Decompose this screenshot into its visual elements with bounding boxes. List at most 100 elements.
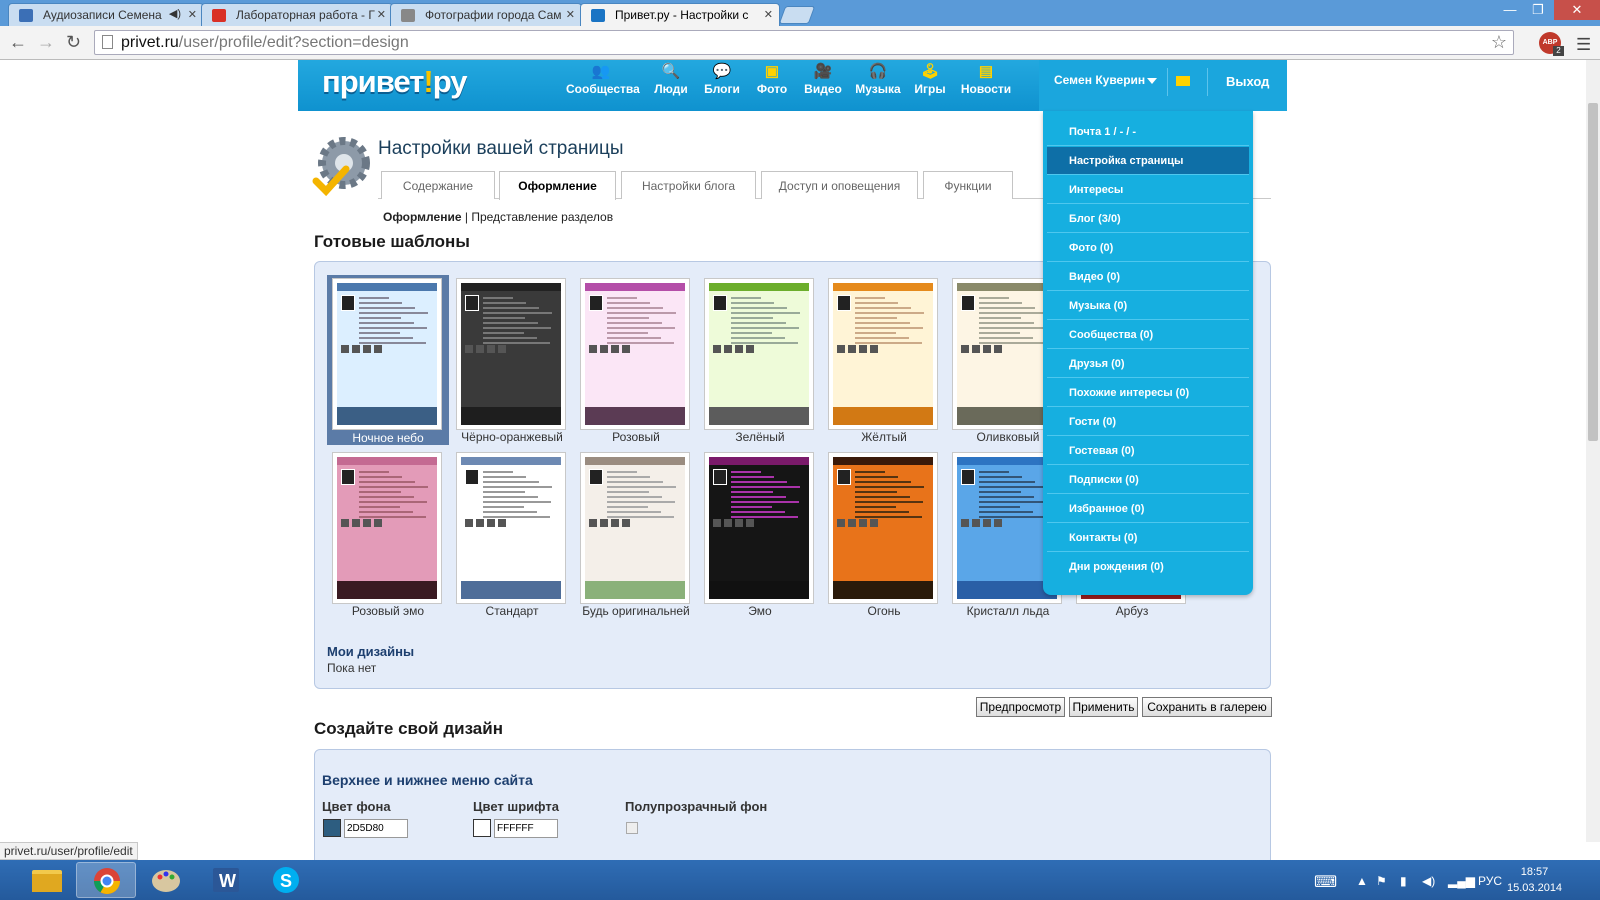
address-bar[interactable]: privet.ru/user/profile/edit?section=desi… [94,30,1514,55]
template-thumbnail[interactable] [333,453,441,603]
clock[interactable]: 18:57 15.03.2014 [1507,864,1562,896]
vk-audio-favicon-icon [19,9,33,22]
template-thumbnail[interactable] [829,279,937,429]
preview-button[interactable]: Предпросмотр [976,697,1065,717]
scrollbar-thumb[interactable] [1588,103,1598,441]
vertical-scrollbar[interactable] [1586,60,1600,842]
nav-item-0[interactable]: 👥 Сообщества [566,64,640,97]
browser-tab-privet[interactable]: Привет.ру - Настройки с ✕ [580,3,780,26]
template-thumbnail[interactable] [705,453,813,603]
dropdown-item-15[interactable]: Дни рождения (0) [1047,553,1249,581]
close-tab-icon[interactable]: ✕ [188,8,197,21]
template-thumbnail[interactable] [457,279,565,429]
template-thumbnail[interactable] [581,453,689,603]
template-2[interactable]: Розовый [575,275,697,445]
subnav-sections-view[interactable]: Представление разделов [471,210,613,224]
word-icon[interactable]: W [196,862,256,898]
network-icon[interactable]: ▂▄▆ [1448,874,1475,888]
dropdown-item-2[interactable]: Интересы [1047,176,1249,204]
dropdown-item-5[interactable]: Видео (0) [1047,263,1249,291]
browser-tab-gmail[interactable]: Лабораторная работа - Г ✕ [201,3,393,26]
dropdown-item-7[interactable]: Сообщества (0) [1047,321,1249,349]
volume-icon[interactable]: ◀) [1422,874,1435,888]
template-thumbnail[interactable] [705,279,813,429]
keyboard-icon[interactable]: ⌨ [1314,872,1337,892]
browser-tab-photos[interactable]: Фотографии города Сам ✕ [390,3,582,26]
tab-content[interactable]: Содержание [381,171,495,199]
close-tab-icon[interactable]: ✕ [764,8,773,21]
template-4[interactable]: Жёлтый [823,275,945,445]
skype-icon[interactable]: S [256,862,316,898]
dropdown-item-10[interactable]: Гости (0) [1047,408,1249,436]
envelope-icon[interactable] [1176,76,1190,86]
tab-access-notifications[interactable]: Доступ и оповещения [761,171,918,199]
nav-item-3[interactable]: ▣ Фото [752,64,792,97]
tab-functions[interactable]: Функции [923,171,1013,199]
tab-blog-settings[interactable]: Настройки блога [621,171,756,199]
caret-down-icon[interactable] [1147,78,1157,84]
transparent-bg-checkbox[interactable] [626,822,638,834]
dropdown-item-9[interactable]: Похожие интересы (0) [1047,379,1249,407]
nav-item-1[interactable]: 🔍 Люди [651,64,691,97]
nav-item-2[interactable]: 💬 Блоги [700,64,744,97]
site-logo[interactable]: привет!ру [322,64,467,100]
back-arrow-icon[interactable]: ← [9,32,27,52]
power-icon[interactable]: ▮ [1400,874,1407,888]
language-indicator[interactable]: РУС [1478,874,1502,888]
reload-icon[interactable]: ↻ [66,32,81,52]
close-tab-icon[interactable]: ✕ [566,8,575,21]
dropdown-item-0[interactable]: Почта 1 / - / - [1047,118,1249,146]
nav-item-4[interactable]: 🎥 Видео [800,64,846,97]
dropdown-item-8[interactable]: Друзья (0) [1047,350,1249,378]
tab-design[interactable]: Оформление [499,171,616,200]
dropdown-item-14[interactable]: Контакты (0) [1047,524,1249,552]
chrome-icon[interactable] [76,862,136,898]
new-tab-button[interactable] [778,6,816,24]
file-explorer-icon[interactable] [16,862,76,898]
dropdown-item-12[interactable]: Подписки (0) [1047,466,1249,494]
dropdown-item-6[interactable]: Музыка (0) [1047,292,1249,320]
dropdown-item-4[interactable]: Фото (0) [1047,234,1249,262]
hamburger-menu-icon[interactable]: ☰ [1576,35,1591,55]
minimize-icon[interactable]: — [1496,0,1524,20]
bg-color-input[interactable] [344,819,408,838]
user-dropdown-menu: Почта 1 / - / - Настройка страницы Интерес… [1043,111,1253,595]
forward-arrow-icon[interactable]: → [37,32,55,52]
nav-item-6[interactable]: 🕹 Игры [912,64,948,97]
browser-tab-audio[interactable]: Аудиозаписи Семена ◀) ✕ [8,3,204,26]
font-color-swatch[interactable] [473,819,491,837]
nav-item-5[interactable]: 🎧 Музыка [853,64,903,97]
template-thumbnail[interactable] [581,279,689,429]
font-color-input[interactable] [494,819,558,838]
template-10[interactable]: Огонь [823,449,945,619]
dropdown-item-11[interactable]: Гостевая (0) [1047,437,1249,465]
restore-icon[interactable]: ❐ [1524,0,1552,20]
dropdown-item-1[interactable]: Настройка страницы [1047,147,1249,175]
template-0[interactable]: Ночное небо [327,275,449,445]
template-1[interactable]: Чёрно-оранжевый [451,275,573,445]
logo-part: ру [432,64,468,99]
flag-icon[interactable]: ⚑ [1376,874,1387,888]
nav-item-7[interactable]: ▤ Новости [958,64,1014,97]
template-thumbnail[interactable] [829,453,937,603]
template-thumbnail[interactable] [333,279,441,429]
paint-icon[interactable] [136,862,196,898]
show-hidden-icons-icon[interactable]: ▲ [1356,874,1368,888]
template-3[interactable]: Зелёный [699,275,821,445]
bg-color-swatch[interactable] [323,819,341,837]
user-name-link[interactable]: Семен Куверин [1054,73,1145,87]
close-window-icon[interactable]: ✕ [1554,0,1600,20]
template-7[interactable]: Стандарт [451,449,573,619]
template-6[interactable]: Розовый эмо [327,449,449,619]
apply-button[interactable]: Применить [1069,697,1138,717]
subnav-design[interactable]: Оформление [383,210,462,224]
dropdown-item-3[interactable]: Блог (3/0) [1047,205,1249,233]
template-8[interactable]: Будь оригинальней [575,449,697,619]
template-thumbnail[interactable] [457,453,565,603]
dropdown-item-13[interactable]: Избранное (0) [1047,495,1249,523]
save-to-gallery-button[interactable]: Сохранить в галерею [1142,697,1272,717]
template-9[interactable]: Эмо [699,449,821,619]
logout-link[interactable]: Выход [1226,74,1269,89]
bookmark-star-icon[interactable]: ☆ [1491,32,1507,53]
close-tab-icon[interactable]: ✕ [377,8,386,21]
